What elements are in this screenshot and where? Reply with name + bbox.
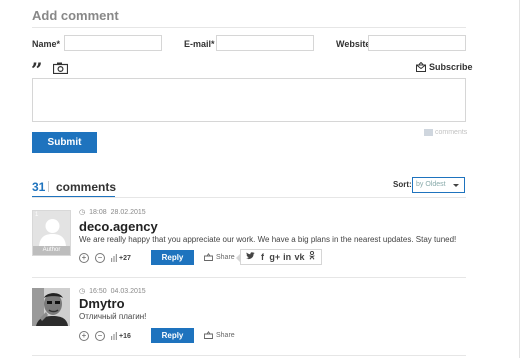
- comment-author[interactable]: deco.agency: [79, 219, 158, 234]
- comment-text: Отличный плагин!: [79, 312, 147, 321]
- count-divider: [48, 181, 49, 192]
- facebook-icon[interactable]: f: [257, 251, 268, 263]
- reply-button[interactable]: Reply: [151, 250, 194, 265]
- name-field[interactable]: [64, 35, 162, 51]
- bar-chart-icon: [111, 332, 117, 340]
- email-field[interactable]: [216, 35, 314, 51]
- clock-icon: ◷: [79, 209, 86, 216]
- avatar[interactable]: [32, 288, 70, 326]
- comment-divider: [32, 355, 466, 356]
- share-label: Share: [216, 253, 235, 261]
- website-label: Website: [336, 39, 371, 49]
- website-field[interactable]: [368, 35, 466, 51]
- downvote-icon[interactable]: −: [95, 253, 105, 263]
- comment-text: We are really happy that you appreciate …: [79, 235, 457, 244]
- user-photo: [32, 288, 70, 326]
- title-divider: [32, 27, 466, 28]
- submit-button[interactable]: Submit: [32, 132, 97, 153]
- comment-author[interactable]: Dmytro: [79, 296, 125, 311]
- downvote-icon[interactable]: −: [95, 331, 105, 341]
- sort-select[interactable]: by Oldest: [412, 177, 465, 193]
- odnoklassniki-icon[interactable]: [306, 250, 317, 263]
- comments-widget: Add comment Name* E-mail* Website ” Subs…: [0, 0, 520, 358]
- comment-actions: + − +27: [79, 253, 131, 263]
- vote-value: +16: [119, 332, 131, 340]
- reply-button[interactable]: Reply: [151, 328, 194, 343]
- twitter-icon[interactable]: [245, 251, 256, 263]
- comments-count: 31: [32, 180, 46, 194]
- share-icon: [204, 331, 213, 339]
- chevron-down-icon: [453, 184, 459, 187]
- comment-time: 16:50: [89, 287, 107, 295]
- vote-count: +27: [111, 254, 131, 262]
- share-label: Share: [216, 331, 235, 339]
- powered-label: comments: [435, 129, 468, 136]
- linkedin-icon[interactable]: in: [282, 251, 293, 263]
- user-silhouette-icon: [39, 219, 66, 248]
- quote-button[interactable]: ”: [31, 60, 43, 80]
- powered-by: comments: [424, 129, 467, 136]
- subscribe-icon: [416, 62, 426, 72]
- upvote-icon[interactable]: +: [79, 331, 89, 341]
- email-label: E-mail*: [184, 39, 215, 49]
- comment-divider: [32, 277, 466, 278]
- share-button[interactable]: Share: [204, 253, 235, 261]
- share-popup: f g+ in vk: [236, 249, 322, 265]
- comment-actions: + − +16: [79, 331, 131, 341]
- avatar[interactable]: 1 Author: [32, 210, 71, 256]
- bar-chart-icon: [111, 254, 117, 262]
- share-icon: [204, 253, 213, 261]
- sort-label: Sort:: [393, 180, 412, 189]
- name-label: Name*: [32, 39, 61, 49]
- comment-time: 18:08: [89, 208, 107, 216]
- subscribe-link[interactable]: Subscribe: [416, 62, 473, 72]
- form-title: Add comment: [32, 8, 119, 23]
- comment-date: 28.02.2015: [110, 208, 146, 216]
- sort-value: by Oldest: [416, 181, 446, 188]
- comments-divider: [32, 197, 466, 198]
- vk-icon[interactable]: vk: [294, 251, 305, 263]
- camera-icon[interactable]: [53, 62, 68, 74]
- avatar-number: 1: [35, 212, 39, 218]
- vote-count: +16: [111, 332, 131, 340]
- comments-logo-icon: [424, 129, 433, 136]
- share-button[interactable]: Share: [204, 331, 235, 339]
- vote-value: +27: [119, 254, 131, 262]
- comment-textarea[interactable]: [32, 78, 466, 122]
- subscribe-label: Subscribe: [429, 62, 473, 72]
- comment-date: 04.03.2015: [110, 287, 146, 295]
- comment-meta: ◷ 16:50 04.03.2015: [79, 287, 146, 296]
- comments-heading: comments: [56, 180, 117, 194]
- comment-meta: ◷ 18:08 28.02.2015: [79, 208, 146, 217]
- google-plus-icon[interactable]: g+: [269, 251, 280, 263]
- upvote-icon[interactable]: +: [79, 253, 89, 263]
- author-badge: Author: [33, 246, 70, 255]
- clock-icon: ◷: [79, 288, 86, 295]
